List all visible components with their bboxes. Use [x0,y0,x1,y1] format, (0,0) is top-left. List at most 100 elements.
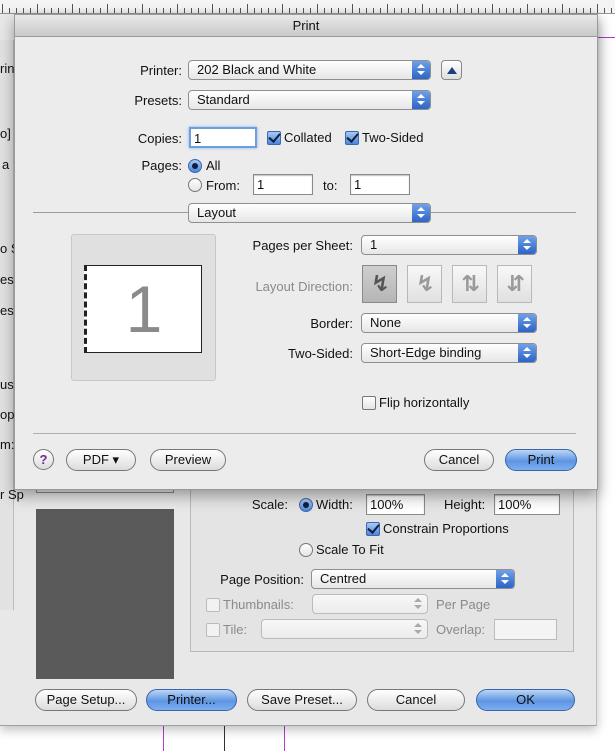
back-cancel-button[interactable]: Cancel [367,689,465,711]
ruler-tick [317,4,318,13]
pages-to-input[interactable]: 1 [350,174,410,195]
cancel-button[interactable]: Cancel [424,449,494,471]
thumbnails-checkbox[interactable] [206,598,220,612]
width-radio[interactable] [299,498,313,512]
save-preset-button[interactable]: Save Preset... [247,689,357,711]
guide-line [595,37,615,38]
z-direction-icon: ↯ [371,272,390,297]
popup-arrows-icon [412,61,430,79]
ruler-tick [149,8,150,13]
ruler-tick [156,8,157,13]
two-sided-binding-value: Short-Edge binding [370,345,482,360]
tile-popup[interactable] [261,619,428,639]
pages-per-sheet-popup[interactable]: 1 [361,235,537,255]
presets-popup[interactable]: Standard [188,90,431,110]
ruler-tick [576,8,577,13]
ruler-tick [16,8,17,13]
ruler-tick [415,8,416,13]
ruler-tick [275,8,276,13]
ruler-tick [184,8,185,13]
ruler-tick [366,8,367,13]
printer-button[interactable]: Printer... [146,689,237,711]
width-input[interactable]: 100% [366,494,425,515]
ruler-tick [562,4,563,13]
two-sided-checkbox[interactable] [345,131,359,145]
ruler-tick [352,4,353,13]
layout-direction-n-button[interactable]: ⇅ [452,265,487,303]
per-page-label: Per Page [436,597,491,612]
ruler-tick [240,8,241,13]
page-setup-button[interactable]: Page Setup... [35,689,137,711]
ruler-tick [289,8,290,13]
print-title-bar: Print [15,15,597,37]
ruler-tick [58,8,59,13]
two-sided-binding-popup[interactable]: Short-Edge binding [361,343,537,363]
ok-button[interactable]: OK [476,689,575,711]
overlap-input[interactable] [494,619,557,640]
ruler-tick [401,8,402,13]
fragment-label: a [2,157,10,172]
ruler-tick [338,8,339,13]
fragment-label: us [0,377,14,392]
ruler-tick [611,8,612,13]
pages-label: Pages: [141,158,182,173]
border-label: Border: [310,316,353,331]
copies-input[interactable]: 1 [189,127,257,148]
ruler-tick [380,8,381,13]
disclosure-button[interactable] [441,60,462,80]
layout-direction-z-button[interactable]: ↯ [362,265,397,303]
printer-popup[interactable]: 202 Black and White [188,60,431,80]
tile-checkbox[interactable] [206,623,220,637]
ruler-tick [429,8,430,13]
pdf-menu-button[interactable]: PDF ▾ [66,449,136,471]
ruler-tick [44,8,45,13]
pages-from-radio[interactable] [188,178,202,192]
flip-horizontally-checkbox[interactable] [362,396,376,410]
pages-per-sheet-value: 1 [370,237,378,252]
thumbnails-popup[interactable] [312,594,428,614]
scale-to-fit-radio[interactable] [299,543,313,557]
back-page-preview [36,509,174,679]
preview-button[interactable]: Preview [150,449,226,471]
ruler-tick [541,8,542,13]
ruler-tick [457,4,458,13]
help-button[interactable]: ? [33,449,54,470]
two-sided-label: Two-Sided [362,130,424,145]
ruler-tick [569,8,570,13]
ruler-tick [2,4,3,13]
ruler-tick [394,8,395,13]
ruler-tick [534,8,535,13]
height-input[interactable]: 100% [494,494,560,515]
ruler-tick [310,8,311,13]
ruler-tick [219,8,220,13]
layout-direction-reverse-n-button[interactable]: ⇵ [497,265,532,303]
collated-checkbox[interactable] [267,131,281,145]
ruler-tick [492,4,493,13]
print-button[interactable]: Print [505,449,577,471]
ruler-tick [114,8,115,13]
pages-from-label: From: [206,178,240,193]
constrain-checkbox[interactable] [366,522,380,536]
ruler-tick [303,8,304,13]
ruler-tick [513,8,514,13]
ruler-tick [177,4,178,13]
ruler-tick [107,4,108,13]
border-popup[interactable]: None [361,313,537,333]
ruler-tick [387,4,388,13]
pages-all-radio[interactable] [188,159,202,173]
popup-arrows-icon [518,344,536,362]
popup-arrows-icon [412,91,430,109]
pages-from-input[interactable]: 1 [253,174,313,195]
ruler-tick [100,8,101,13]
layout-direction-s-button[interactable]: ↯ [407,265,442,303]
ruler-tick [373,8,374,13]
section-popup[interactable]: Layout [188,203,431,223]
page-position-popup[interactable]: Centred [311,569,515,589]
ruler-tick [23,8,24,13]
ruler-tick [72,4,73,13]
ruler-tick [198,8,199,13]
presets-label: Presets: [134,93,182,108]
separator [33,433,576,434]
fragment-label: o] [0,126,11,141]
ruler-tick [583,8,584,13]
